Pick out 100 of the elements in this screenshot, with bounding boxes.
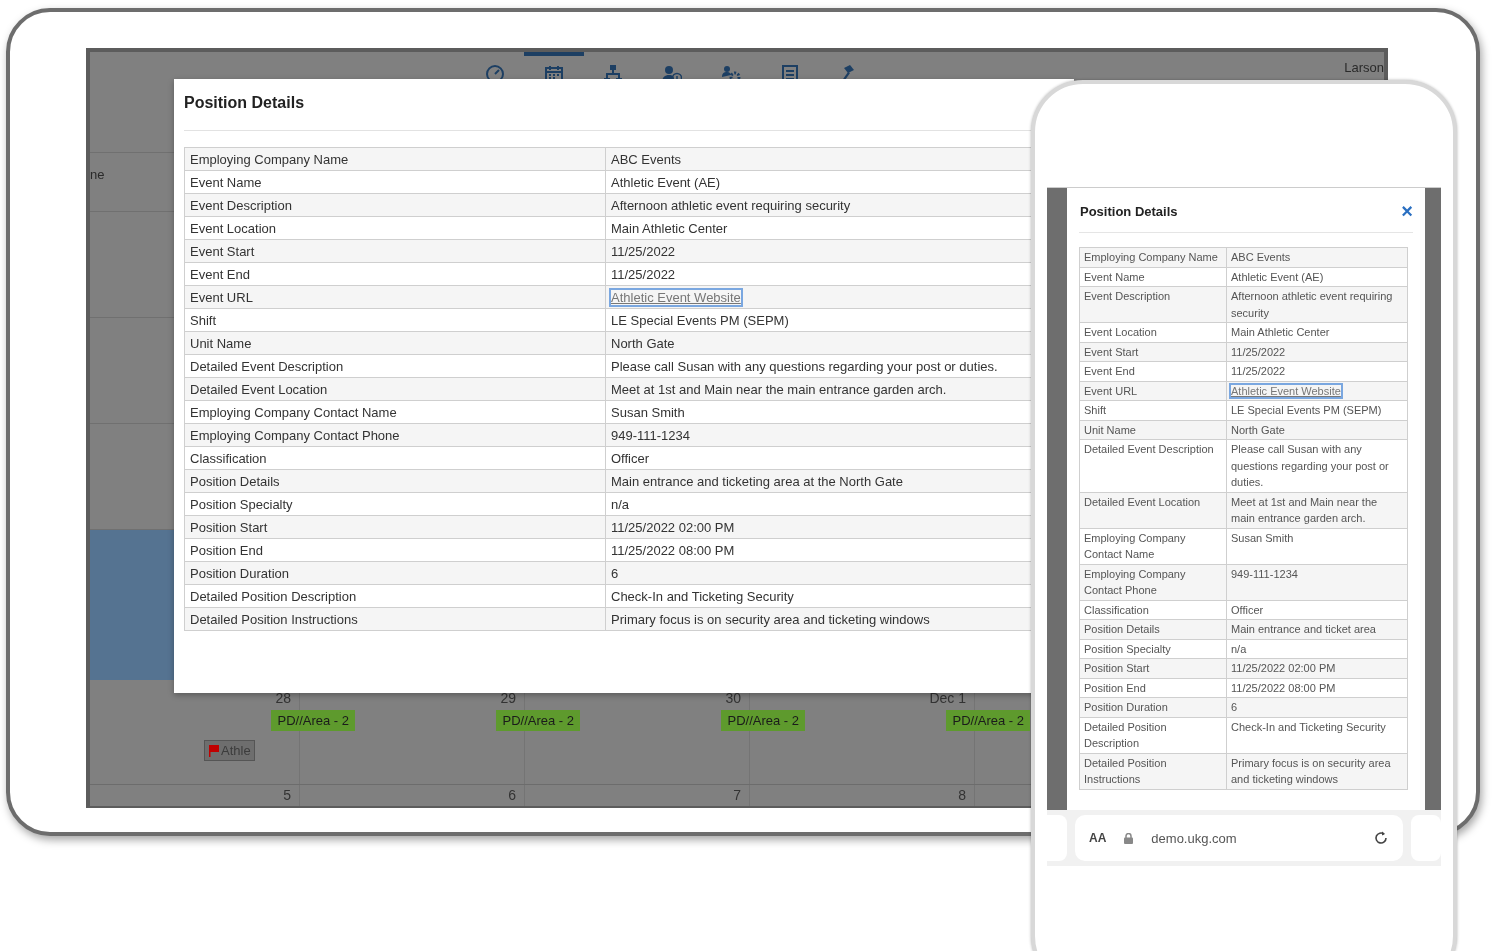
field-label: Event Location	[1079, 322, 1227, 342]
field-value: LE Special Events PM (SEPM)	[1231, 404, 1382, 416]
field-value: Athletic Event (AE)	[1231, 270, 1324, 283]
field-label: Position Start	[1079, 658, 1227, 678]
shift-event[interactable]: PD//Area - 2	[271, 710, 355, 731]
field-label: Shift	[184, 308, 606, 332]
field-label: Event Start	[1079, 342, 1227, 362]
field-value: 11/25/2022 08:00 PM	[611, 542, 735, 558]
field-label: Position Details	[1079, 619, 1227, 639]
field-label: Event Location	[184, 216, 606, 240]
field-label: Position Start	[184, 515, 606, 539]
field-value: 11/25/2022	[1231, 345, 1286, 358]
field-label: Detailed Position Description	[184, 584, 606, 608]
field-label: Employing Company Contact Phone	[184, 423, 606, 447]
field-value: North Gate	[611, 335, 675, 351]
field-value: Main Athletic Center	[611, 220, 728, 236]
field-label: Event End	[184, 262, 606, 286]
field-label: Classification	[1079, 600, 1227, 620]
field-value: LE Special Events PM (SEPM)	[611, 312, 789, 328]
field-label: Employing Company Contact Name	[1079, 528, 1227, 564]
field-value: Susan Smith	[611, 404, 685, 420]
field-label: Event Description	[184, 193, 606, 217]
field-value: Meet at 1st and Main near the main entrance garden arch.	[611, 381, 947, 397]
field-label: Unit Name	[184, 331, 606, 355]
field-value: Check-In and Ticketing Security	[1231, 720, 1386, 733]
field-label: Detailed Position Description	[1079, 717, 1227, 753]
field-value: Meet at 1st and Main near the main entrance garden arch.	[1231, 495, 1378, 524]
field-label: Classification	[184, 446, 606, 470]
user-name[interactable]: Larson	[1344, 60, 1384, 75]
shift-event[interactable]: PD//Area - 2	[496, 710, 580, 731]
field-label: Event URL	[1079, 381, 1227, 401]
field-value: Afternoon athletic event requiring security	[1231, 290, 1393, 319]
shift-event[interactable]: PD//Area - 2	[946, 710, 1030, 731]
field-label: Event Name	[1079, 267, 1227, 287]
field-label: Event URL	[184, 285, 606, 309]
address-bar[interactable]: AA demo.ukg.com	[1075, 815, 1403, 861]
field-label: Event Name	[184, 170, 606, 194]
flag-icon	[208, 744, 219, 757]
field-label: Detailed Event Description	[184, 354, 606, 378]
field-label: Detailed Event Description	[1079, 439, 1227, 492]
day-number: 5	[283, 787, 291, 803]
field-value: Primary focus is on security area and ticketing windows	[1231, 756, 1391, 785]
dialog-title: Position Details	[1080, 203, 1178, 219]
field-value: 949-111-1234	[1231, 567, 1298, 580]
field-value: n/a	[1231, 642, 1247, 655]
field-value: Officer	[1231, 603, 1264, 616]
field-label: Position Duration	[184, 561, 606, 585]
day-number: 6	[508, 787, 516, 803]
field-label: Detailed Position Instructions	[1079, 753, 1227, 789]
field-value: 11/25/2022 08:00 PM	[1231, 681, 1336, 694]
lock-icon	[1124, 832, 1134, 844]
field-label: Event Start	[184, 239, 606, 263]
field-value: n/a	[611, 496, 630, 512]
field-label: Shift	[1079, 400, 1227, 420]
field-label: Event Description	[1079, 286, 1227, 323]
field-label: Position Specialty	[1079, 639, 1227, 659]
shift-event[interactable]: PD//Area - 2	[721, 710, 805, 731]
day-number: 29	[500, 690, 516, 706]
field-value: Main entrance and ticketing area at the North Gate	[611, 473, 903, 489]
field-value: Primary focus is on security area and ticketing windows	[611, 611, 930, 627]
field-value: ABC Events	[611, 151, 682, 167]
field-value: Check-In and Ticketing Security	[611, 588, 794, 604]
close-button[interactable]: ×	[1401, 202, 1413, 220]
day-number: Dec 1	[929, 690, 966, 706]
field-value: Please call Susan with any questions regarding your post or duties.	[1231, 443, 1389, 488]
field-value: Athletic Event (AE)	[611, 174, 721, 190]
field-label: Event End	[1079, 361, 1227, 381]
field-value: ABC Events	[1231, 251, 1291, 263]
field-value: Main Athletic Center	[1231, 326, 1330, 338]
field-label: Detailed Position Instructions	[184, 607, 606, 631]
field-label: Position End	[1079, 678, 1227, 698]
url-text: demo.ukg.com	[1151, 830, 1238, 846]
field-label: Employing Company Contact Phone	[1079, 564, 1227, 600]
field-value: 11/25/2022	[611, 266, 676, 282]
field-value: Afternoon athletic event requiring security	[611, 197, 851, 213]
field-label: Position End	[184, 538, 606, 562]
field-label: Position Details	[184, 469, 606, 493]
dialog-title: Position Details	[183, 93, 306, 113]
field-label: Position Specialty	[184, 492, 606, 516]
event-website-link[interactable]: Athletic Event Website	[611, 289, 741, 305]
reload-icon[interactable]	[1373, 830, 1389, 846]
field-value: 949-111-1234	[611, 427, 691, 443]
day-number: 28	[275, 690, 291, 706]
field-label: Detailed Event Location	[1079, 492, 1227, 528]
text-size-button[interactable]: AA	[1089, 831, 1107, 845]
sidebar-label: ne	[90, 167, 105, 182]
field-value: 11/25/2022	[611, 243, 676, 259]
field-value: 6	[1231, 701, 1238, 713]
field-label: Employing Company Name	[1079, 247, 1227, 267]
field-label: Unit Name	[1079, 420, 1227, 440]
field-value: Officer	[611, 450, 650, 466]
day-number: 8	[958, 787, 966, 803]
field-value: 11/25/2022	[1231, 365, 1286, 377]
field-value: North Gate	[1231, 423, 1285, 436]
field-value: Please call Susan with any questions regarding your post or duties.	[611, 358, 998, 374]
field-value: Main entrance and ticket area	[1231, 623, 1376, 635]
field-value: 6	[611, 565, 619, 581]
field-value: 11/25/2022 02:00 PM	[1231, 662, 1336, 674]
field-value: Susan Smith	[1231, 531, 1294, 544]
day-number: 7	[733, 787, 741, 803]
